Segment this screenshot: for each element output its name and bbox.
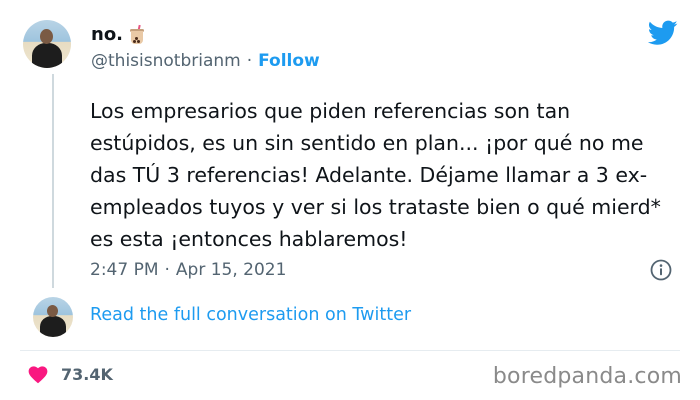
avatar-figure-body [40, 316, 66, 337]
follow-button[interactable]: Follow [258, 51, 320, 71]
author-display-name[interactable]: no. [91, 24, 123, 45]
info-icon[interactable] [650, 259, 672, 281]
site-watermark: boredpanda.com [492, 364, 682, 389]
author-handle[interactable]: @thisisnotbrianm [91, 51, 241, 71]
author-avatar[interactable] [23, 20, 71, 68]
handle-separator: · [246, 51, 253, 71]
avatar-figure-head [40, 29, 53, 44]
timestamp-separator: · [164, 260, 170, 280]
conversation-avatar[interactable] [33, 297, 73, 337]
avatar-figure-body [32, 43, 62, 68]
tweet-time: 2:47 PM [90, 260, 159, 280]
author-name-row: no. [91, 24, 145, 45]
read-conversation-link[interactable]: Read the full conversation on Twitter [90, 305, 411, 325]
thread-connector-line [52, 74, 54, 288]
bubble-tea-icon [129, 24, 145, 45]
likes-row[interactable]: 73.4K [27, 364, 113, 384]
tweet-body-text: Los empresarios que piden referencias so… [90, 99, 661, 251]
tweet-timestamp[interactable]: 2:47 PM · Apr 15, 2021 [90, 260, 286, 280]
heart-icon[interactable] [27, 364, 49, 384]
tweet-date: Apr 15, 2021 [175, 260, 287, 280]
author-handle-row: @thisisnotbrianm · Follow [91, 51, 320, 71]
avatar-figure-head [47, 305, 58, 317]
twitter-bird-icon[interactable] [648, 20, 678, 46]
likes-count: 73.4K [61, 364, 113, 384]
footer-divider [20, 350, 680, 351]
